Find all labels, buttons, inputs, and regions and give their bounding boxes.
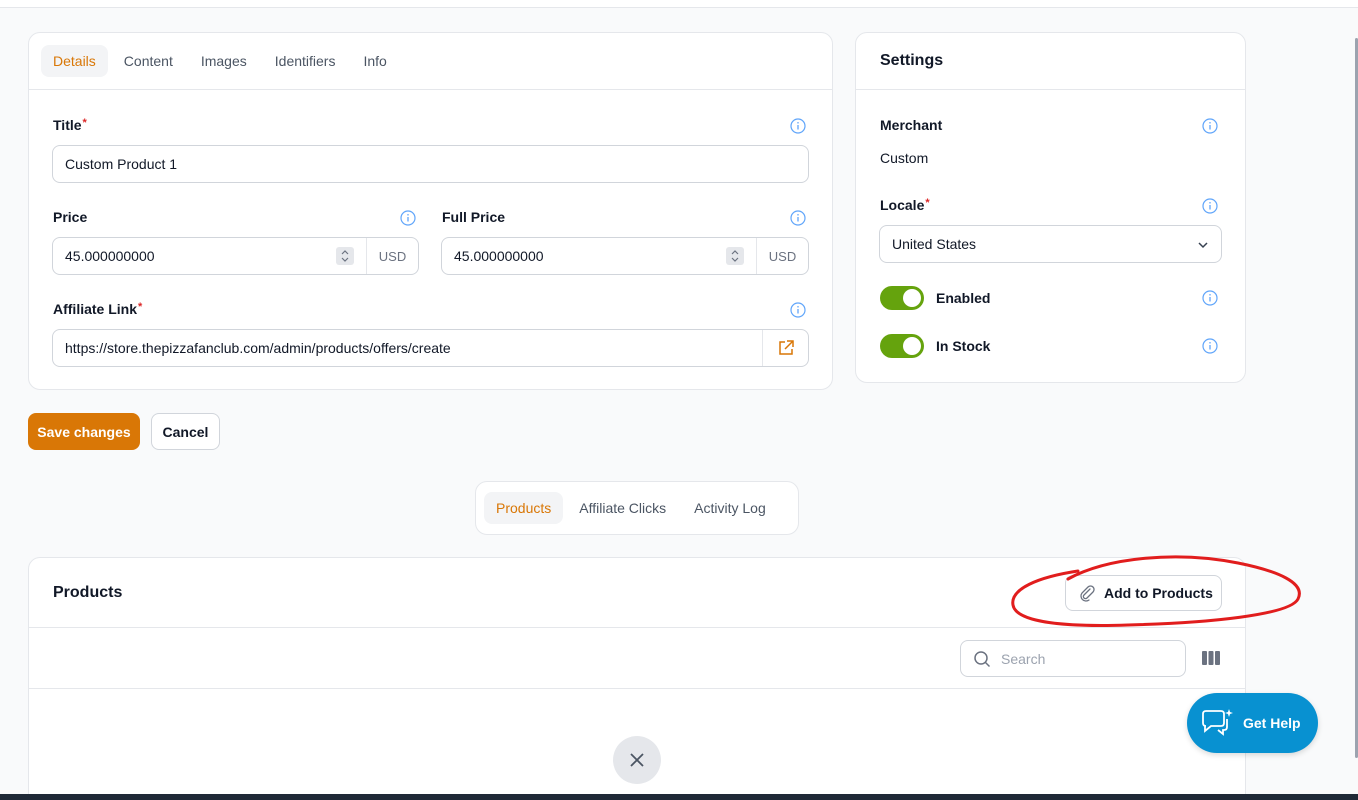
details-card: Details Content Images Identifiers Info … bbox=[28, 32, 833, 390]
tab-identifiers[interactable]: Identifiers bbox=[263, 45, 348, 77]
close-button[interactable] bbox=[613, 736, 661, 784]
in-stock-toggle[interactable] bbox=[880, 334, 924, 358]
title-label: Title* bbox=[53, 117, 87, 133]
products-heading: Products bbox=[53, 583, 123, 601]
affiliate-link-label: Affiliate Link* bbox=[53, 301, 143, 317]
chevron-down-icon bbox=[1198, 242, 1208, 249]
tab-details[interactable]: Details bbox=[41, 45, 108, 77]
tab-info[interactable]: Info bbox=[351, 45, 398, 77]
info-icon[interactable] bbox=[790, 118, 806, 134]
title-value: Custom Product 1 bbox=[65, 156, 178, 172]
save-changes-button[interactable]: Save changes bbox=[28, 413, 140, 450]
settings-card: Settings Merchant Custom Locale* United … bbox=[855, 32, 1246, 383]
affiliate-link-input[interactable]: https://store.thepizzafanclub.com/admin/… bbox=[52, 329, 809, 367]
price-label: Price bbox=[53, 209, 88, 225]
in-stock-label: In Stock bbox=[936, 338, 991, 354]
locale-select[interactable]: United States bbox=[879, 225, 1222, 263]
info-icon[interactable] bbox=[1202, 198, 1218, 214]
settings-heading: Settings bbox=[856, 33, 1245, 90]
toggle-knob bbox=[903, 337, 921, 355]
add-to-products-label: Add to Products bbox=[1104, 585, 1213, 601]
products-toolbar: Search bbox=[29, 628, 1245, 689]
details-tabs: Details Content Images Identifiers Info bbox=[29, 33, 832, 90]
merchant-label: Merchant bbox=[880, 117, 943, 133]
info-icon[interactable] bbox=[790, 210, 806, 226]
tab-products[interactable]: Products bbox=[484, 492, 564, 524]
merchant-value: Custom bbox=[880, 150, 929, 166]
columns-icon[interactable] bbox=[1201, 650, 1221, 666]
taskbar bbox=[0, 794, 1358, 800]
stepper-icon[interactable] bbox=[336, 247, 354, 265]
search-input[interactable]: Search bbox=[960, 640, 1186, 677]
full-price-value: 45.000000000 bbox=[454, 248, 544, 264]
tab-activity-log[interactable]: Activity Log bbox=[682, 492, 778, 524]
required-mark: * bbox=[82, 117, 87, 129]
toggle-knob bbox=[903, 289, 921, 307]
external-link-icon[interactable] bbox=[762, 330, 808, 366]
enabled-label: Enabled bbox=[936, 290, 991, 306]
close-icon bbox=[630, 753, 644, 767]
full-price-input[interactable]: 45.000000000 USD bbox=[441, 237, 809, 275]
info-icon[interactable] bbox=[1202, 338, 1218, 354]
tab-content[interactable]: Content bbox=[112, 45, 185, 77]
chat-bubble-icon bbox=[1202, 709, 1233, 736]
tab-affiliate-clicks[interactable]: Affiliate Clicks bbox=[567, 492, 678, 524]
title-input[interactable]: Custom Product 1 bbox=[52, 145, 809, 183]
add-to-products-button[interactable]: Add to Products bbox=[1065, 575, 1222, 611]
top-bar bbox=[0, 0, 1358, 8]
get-help-button[interactable]: Get Help bbox=[1187, 693, 1318, 753]
price-value: 45.000000000 bbox=[65, 248, 155, 264]
info-icon[interactable] bbox=[1202, 290, 1218, 306]
enabled-toggle[interactable] bbox=[880, 286, 924, 310]
search-icon bbox=[974, 650, 991, 667]
locale-value: United States bbox=[892, 236, 977, 252]
relation-tabs: Products Affiliate Clicks Activity Log bbox=[475, 481, 799, 535]
cancel-button[interactable]: Cancel bbox=[151, 413, 220, 450]
tab-images[interactable]: Images bbox=[189, 45, 259, 77]
affiliate-link-value: https://store.thepizzafanclub.com/admin/… bbox=[65, 340, 451, 356]
stepper-icon[interactable] bbox=[726, 247, 744, 265]
search-placeholder: Search bbox=[1001, 650, 1046, 667]
required-mark: * bbox=[925, 197, 930, 209]
products-header: Products Add to Products bbox=[29, 558, 1245, 628]
info-icon[interactable] bbox=[1202, 118, 1218, 134]
price-input[interactable]: 45.000000000 USD bbox=[52, 237, 419, 275]
required-mark: * bbox=[138, 301, 143, 313]
full-price-label: Full Price bbox=[442, 209, 506, 225]
info-icon[interactable] bbox=[790, 302, 806, 318]
paperclip-icon bbox=[1080, 585, 1095, 602]
full-price-currency: USD bbox=[756, 238, 808, 274]
price-currency: USD bbox=[366, 238, 418, 274]
locale-label: Locale* bbox=[880, 197, 930, 213]
info-icon[interactable] bbox=[400, 210, 416, 226]
get-help-label: Get Help bbox=[1243, 715, 1301, 731]
